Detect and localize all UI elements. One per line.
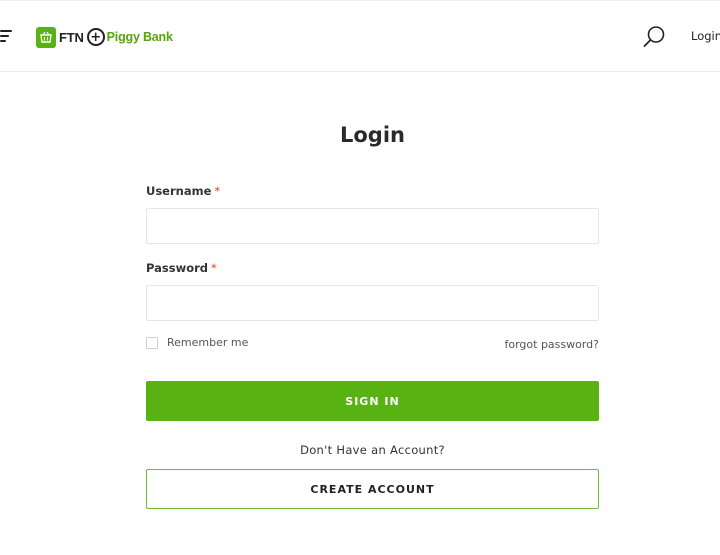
password-label-text: Password bbox=[146, 261, 208, 275]
required-marker: * bbox=[214, 184, 221, 198]
logo-name-text: Piggy Bank bbox=[106, 30, 173, 44]
sign-in-button[interactable]: SIGN IN bbox=[146, 381, 599, 421]
site-header: FTN + Piggy Bank Login bbox=[0, 0, 720, 72]
site-logo[interactable]: FTN + Piggy Bank bbox=[36, 25, 173, 49]
header-login-link[interactable]: Login bbox=[691, 29, 720, 43]
shopping-basket-icon bbox=[36, 26, 56, 48]
create-account-button[interactable]: CREATE ACCOUNT bbox=[146, 469, 599, 509]
username-label: Username * bbox=[146, 184, 220, 198]
plus-circle-icon: + bbox=[86, 28, 105, 46]
forgot-password-link[interactable]: forgot password? bbox=[504, 338, 599, 351]
page-title: Login bbox=[340, 123, 405, 147]
password-label: Password * bbox=[146, 261, 217, 275]
required-marker: * bbox=[211, 261, 217, 275]
logo-mark-text: FTN bbox=[59, 29, 84, 45]
no-account-text: Don't Have an Account? bbox=[300, 443, 445, 457]
remember-me-label: Remember me bbox=[167, 336, 249, 349]
remember-me-checkbox[interactable] bbox=[146, 336, 158, 349]
hamburger-menu-icon[interactable] bbox=[0, 30, 12, 42]
remember-me-option[interactable]: Remember me bbox=[146, 336, 248, 349]
username-input[interactable] bbox=[146, 208, 599, 244]
search-icon[interactable] bbox=[642, 25, 666, 49]
password-input[interactable] bbox=[146, 285, 599, 321]
username-label-text: Username bbox=[146, 184, 212, 198]
